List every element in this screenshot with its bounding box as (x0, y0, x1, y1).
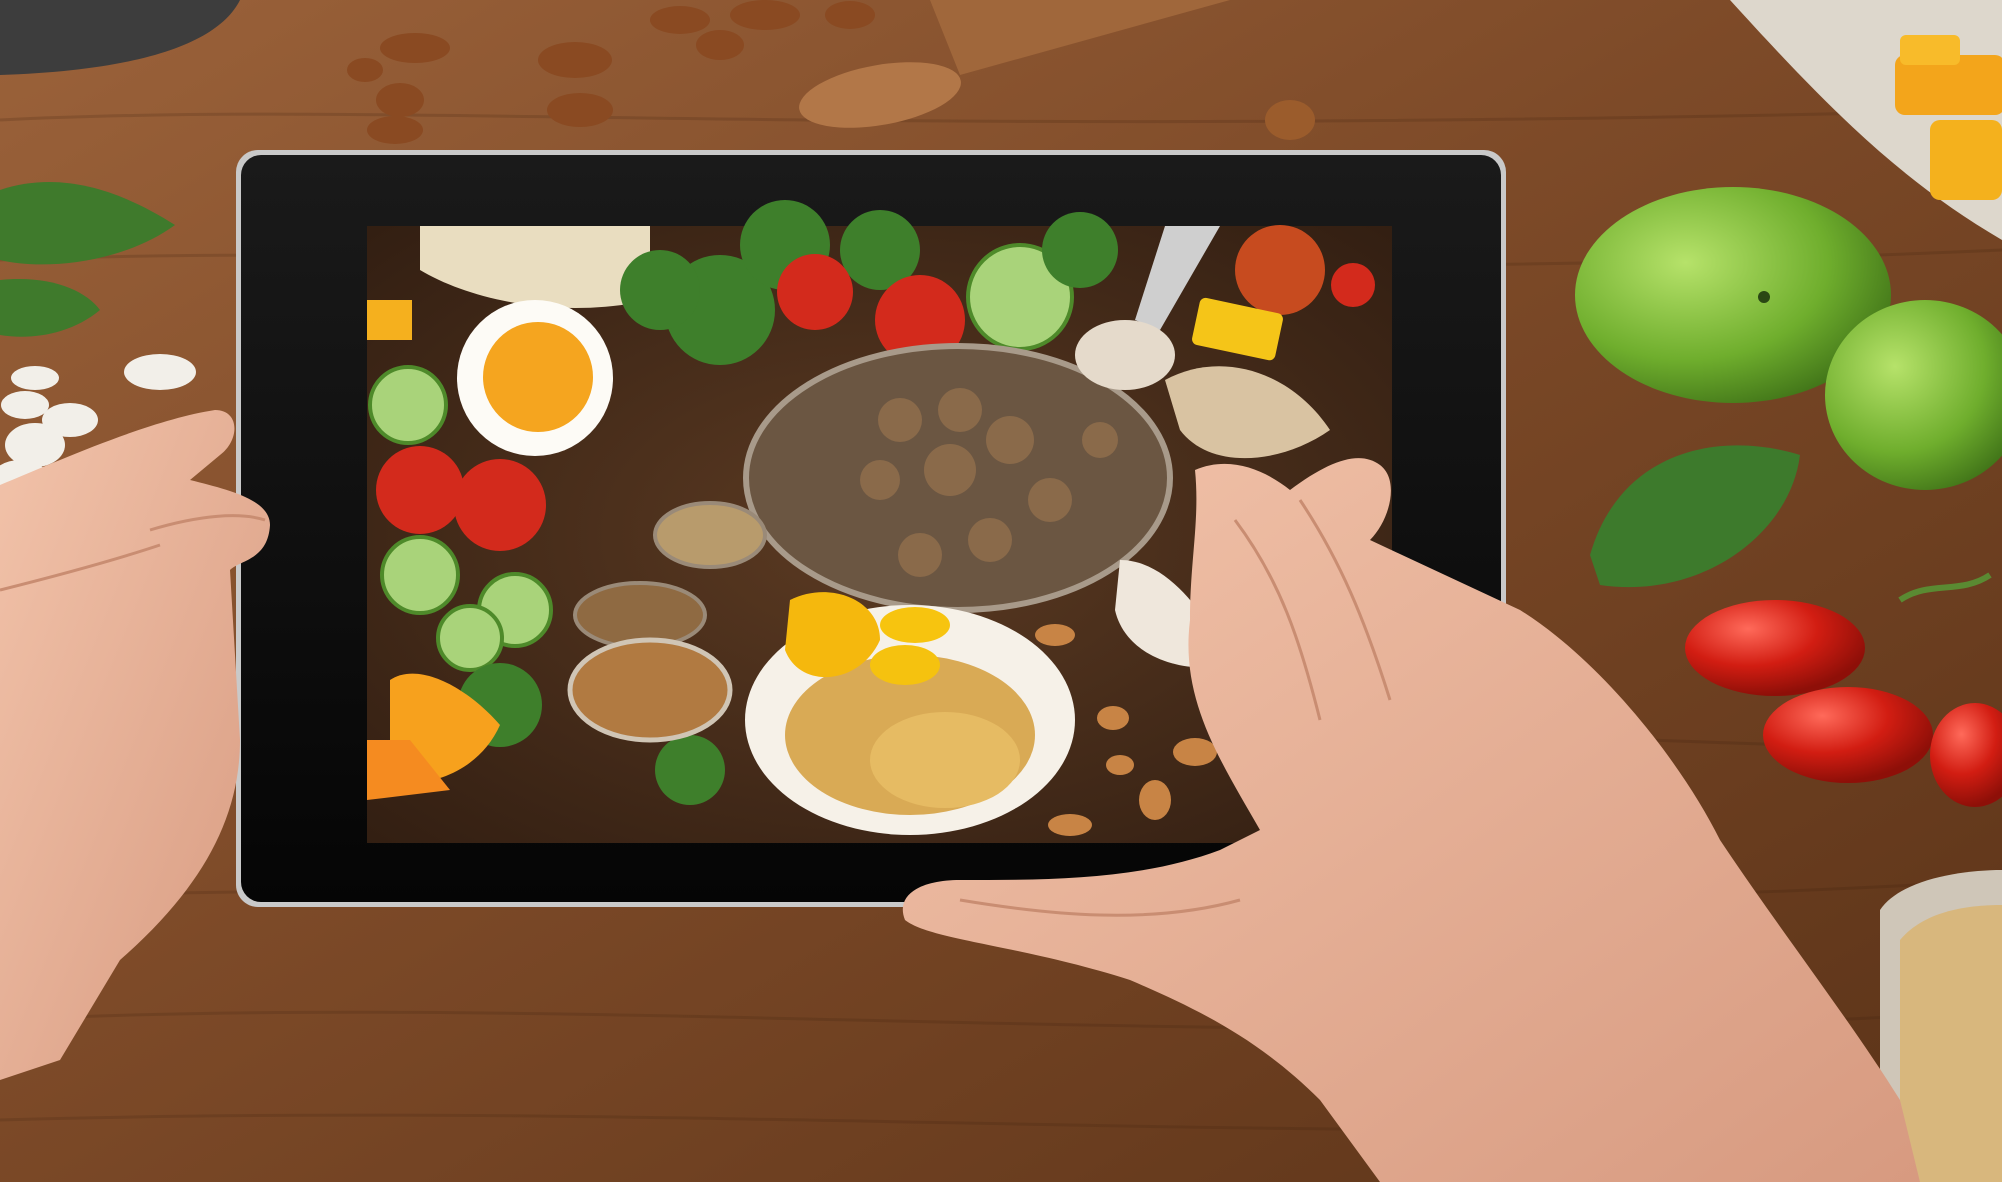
photo-scene (0, 0, 2002, 1182)
